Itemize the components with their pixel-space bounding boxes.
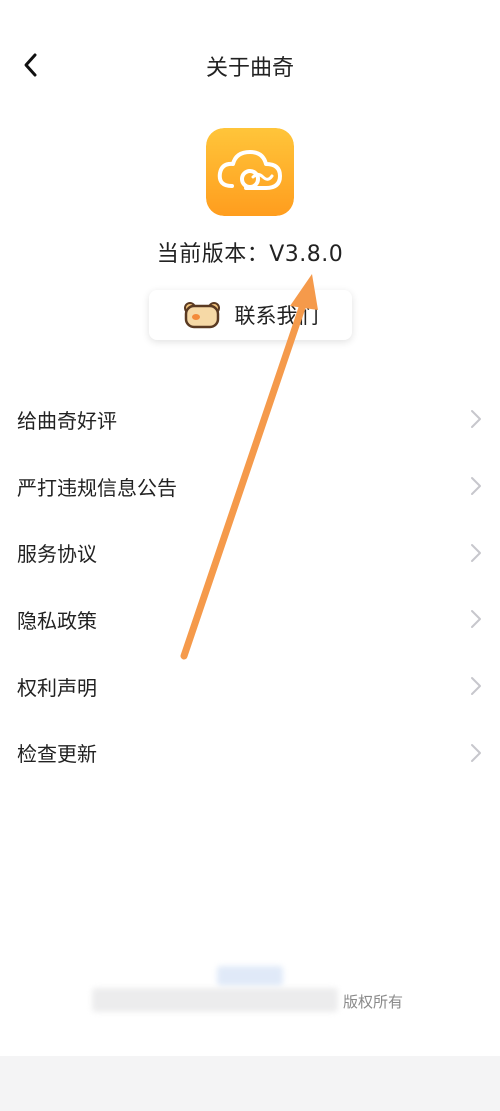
version-label: 当前版本：V3.8.0	[156, 242, 344, 267]
copyright-text: 版权所有	[343, 993, 404, 1011]
menu-item-service-agreement[interactable]: 服务协议	[0, 519, 500, 586]
menu-item-rate-app[interactable]: 给曲奇好评	[0, 386, 500, 453]
redacted-block	[217, 966, 283, 986]
chevron-right-icon	[471, 410, 481, 429]
header: 关于曲奇	[0, 0, 500, 130]
cloud-logo-icon	[206, 128, 294, 216]
menu-item-check-update[interactable]: 检查更新	[0, 719, 500, 786]
menu-item-label: 严打违规信息公告	[17, 475, 177, 500]
settings-menu: 给曲奇好评 严打违规信息公告 服务协议 隐私政策 权利声明 检查更新	[0, 386, 500, 786]
chevron-right-icon	[471, 543, 481, 562]
app-logo	[206, 128, 294, 216]
menu-item-label: 隐私政策	[17, 608, 97, 633]
chevron-right-icon	[471, 677, 481, 696]
menu-item-label: 服务协议	[17, 542, 97, 567]
redacted-block	[92, 988, 338, 1012]
chevron-right-icon	[471, 610, 481, 629]
chevron-right-icon	[471, 477, 481, 496]
menu-item-label: 权利声明	[17, 675, 97, 700]
page-title: 关于曲奇	[205, 56, 294, 81]
chevron-right-icon	[471, 743, 481, 762]
menu-item-label: 检查更新	[17, 742, 97, 767]
menu-item-privacy-policy[interactable]: 隐私政策	[0, 586, 500, 653]
menu-item-rights-statement[interactable]: 权利声明	[0, 653, 500, 720]
menu-item-label: 给曲奇好评	[17, 408, 117, 433]
bear-face-icon	[183, 302, 220, 329]
contact-us-label: 联系我们	[234, 304, 319, 328]
contact-us-button[interactable]: 联系我们	[149, 290, 352, 340]
menu-item-violation-notice[interactable]: 严打违规信息公告	[0, 453, 500, 520]
bottom-bar	[0, 1056, 500, 1111]
